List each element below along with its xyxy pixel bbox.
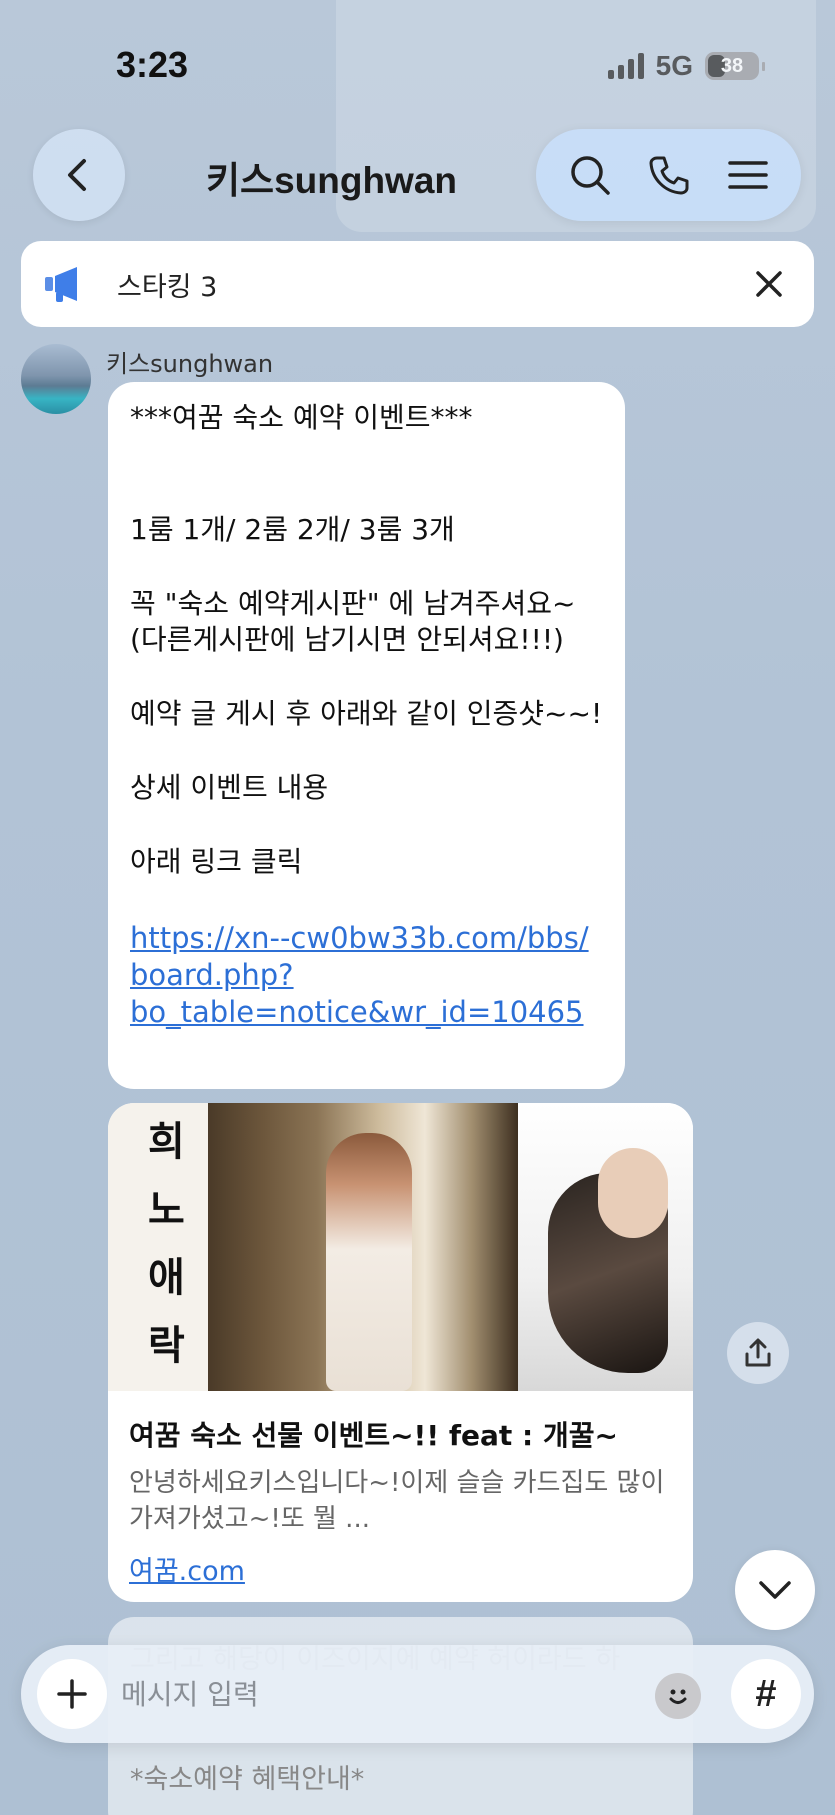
message-line: *숙소예약 혜택안내* bbox=[130, 1764, 365, 1795]
message-line bbox=[130, 880, 603, 916]
message-line bbox=[130, 472, 603, 508]
chat-title: 키스sunghwan bbox=[206, 160, 458, 201]
search-button[interactable] bbox=[562, 147, 618, 203]
link-preview-image: 희 노 애 락 bbox=[108, 1103, 693, 1391]
search-icon bbox=[570, 156, 610, 195]
message-line bbox=[130, 806, 603, 842]
chevron-down-icon bbox=[759, 1581, 791, 1599]
message-line: ***여꿈 숙소 예약 이벤트*** bbox=[130, 401, 473, 434]
attach-button[interactable] bbox=[37, 1659, 107, 1729]
preview-photo bbox=[518, 1103, 693, 1391]
share-icon bbox=[745, 1338, 771, 1367]
hashtag-button[interactable]: # bbox=[731, 1659, 801, 1729]
share-button[interactable] bbox=[727, 1322, 789, 1384]
message-input[interactable] bbox=[121, 1669, 541, 1719]
message-link[interactable]: https://xn--cw0bw33b.com/bbs/ bbox=[130, 920, 603, 957]
message-line: 1룸 1개/ 2룸 2개/ 3룸 3개 bbox=[130, 513, 455, 546]
message-line: 예약 글 게시 후 아래와 같이 인증샷~~! bbox=[130, 697, 603, 730]
message-line: 아래 링크 클릭 bbox=[130, 845, 303, 878]
megaphone-icon bbox=[45, 267, 77, 302]
plus-icon bbox=[57, 1679, 87, 1709]
message-line: 상세 이벤트 내용 bbox=[130, 771, 329, 804]
scroll-to-bottom-button[interactable] bbox=[735, 1550, 815, 1630]
calligraphy-char: 희 bbox=[148, 1118, 185, 1165]
hamburger-menu-icon bbox=[727, 161, 768, 189]
calligraphy-char: 락 bbox=[148, 1322, 185, 1369]
back-button[interactable] bbox=[33, 129, 125, 221]
calligraphy-panel: 희 노 애 락 bbox=[108, 1103, 208, 1391]
calligraphy-char: 애 bbox=[148, 1254, 185, 1301]
message-link[interactable]: bo_table=notice&wr_id=10465 bbox=[130, 994, 603, 1031]
message-line bbox=[130, 732, 603, 768]
preview-description: 안녕하세요키스입니다~!이제 슬슬 카드집도 많이 가져가셨고~!또 뭘 ... bbox=[129, 1468, 665, 1534]
calligraphy-char: 노 bbox=[148, 1186, 185, 1233]
message-line: 꼭 "숙소 예약게시판" 에 남겨주셔요~ bbox=[130, 587, 576, 620]
link-preview-card[interactable]: 희 노 애 락 여꿈 숙소 선물 이벤트~!! feat : 개꿀~ 안녕하세요… bbox=[108, 1103, 693, 1602]
status-time: 3:23 bbox=[116, 44, 189, 85]
message-link[interactable]: board.php? bbox=[130, 957, 603, 994]
message-line bbox=[130, 658, 603, 694]
phone-icon bbox=[649, 156, 688, 195]
preview-title: 여꿈 숙소 선물 이벤트~!! feat : 개꿀~ bbox=[129, 1419, 618, 1452]
message-line: (다른게시판에 남기시면 안되셔요!!!) bbox=[130, 623, 564, 656]
message-composer: # bbox=[21, 1645, 814, 1743]
close-icon[interactable] bbox=[750, 265, 788, 303]
message-line bbox=[130, 548, 603, 584]
message-line bbox=[130, 436, 603, 472]
chevron-left-icon bbox=[68, 159, 86, 191]
sender-avatar[interactable] bbox=[21, 344, 91, 414]
preview-domain-link[interactable]: 여꿈.com bbox=[129, 1549, 245, 1588]
sender-name: 키스sunghwan bbox=[106, 350, 274, 378]
call-button[interactable] bbox=[641, 147, 697, 203]
emoji-button[interactable] bbox=[655, 1673, 701, 1719]
emoji-icon bbox=[669, 1689, 687, 1704]
notice-text: 스타킹 3 bbox=[117, 272, 218, 303]
preview-photo bbox=[208, 1103, 518, 1391]
menu-button[interactable] bbox=[720, 147, 776, 203]
chat-screen: 3:23 5G 38 키스sunghwan 스타킹 3 키스sunghwan *… bbox=[0, 0, 835, 1815]
header-actions bbox=[536, 129, 801, 221]
message-bubble[interactable]: ***여꿈 숙소 예약 이벤트*** 1룸 1개/ 2룸 2개/ 3룸 3개 꼭… bbox=[108, 382, 625, 1089]
pinned-notice[interactable]: 스타킹 3 bbox=[21, 241, 814, 327]
